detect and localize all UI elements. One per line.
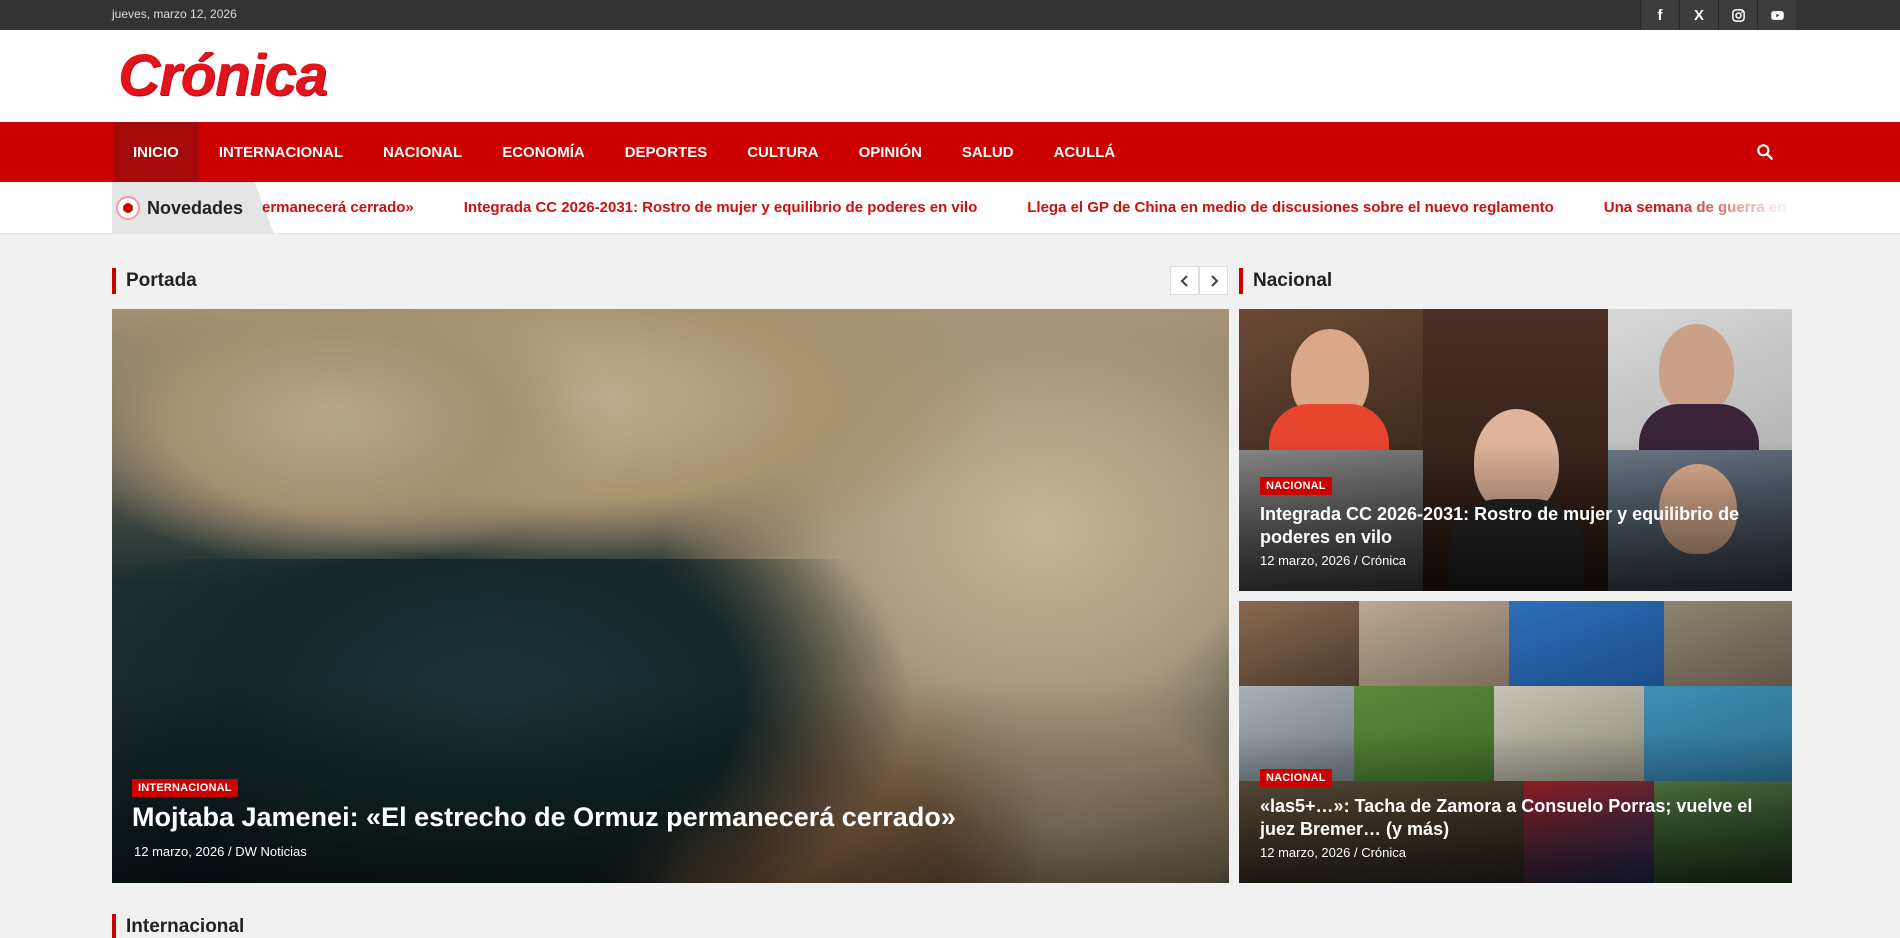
nav-item-nacional[interactable]: NACIONAL (363, 122, 482, 182)
ticker-label-text: Novedades (147, 197, 244, 218)
category-badge[interactable]: INTERNACIONAL (132, 779, 238, 797)
section-title-internacional[interactable]: Internacional (112, 914, 244, 938)
article-date: 12 marzo, 2026 (134, 844, 225, 859)
ticker-track: ermanecerá cerrado» Integrada CC 2026-20… (262, 182, 1792, 233)
section-title-nacional[interactable]: Nacional (1239, 268, 1332, 294)
live-dot-icon (116, 196, 140, 220)
article-meta: 12 marzo, 2026 / DW Noticias (134, 844, 307, 859)
article-date: 12 marzo, 2026 (1260, 845, 1351, 860)
article-author[interactable]: DW Noticias (235, 844, 307, 859)
current-date: jueves, marzo 12, 2026 (112, 7, 237, 21)
site-header: Crónica (0, 30, 1900, 122)
nav-item-aculla[interactable]: ACULLÁ (1034, 122, 1136, 182)
facebook-icon[interactable]: f (1640, 0, 1679, 30)
ticker-item[interactable]: Una semana de guerra en Irán ha costado (1604, 199, 1792, 216)
nav-item-opinion[interactable]: OPINIÓN (839, 122, 942, 182)
article-meta: 12 marzo, 2026 / Crónica (1260, 553, 1406, 568)
ticker-item[interactable]: Llega el GP de China en medio de discusi… (1027, 199, 1554, 216)
category-badge[interactable]: NACIONAL (1260, 477, 1332, 495)
card-headline[interactable]: Integrada CC 2026-2031: Rostro de mujer … (1260, 503, 1770, 549)
nav-item-economia[interactable]: ECONOMÍA (482, 122, 605, 182)
chevron-left-icon (1180, 274, 1188, 287)
top-bar: jueves, marzo 12, 2026 f X (0, 0, 1900, 30)
slider-next-button[interactable] (1199, 266, 1228, 295)
nacional-card[interactable]: NACIONAL Integrada CC 2026-2031: Rostro … (1239, 309, 1792, 591)
ticker-item[interactable]: Integrada CC 2026-2031: Rostro de mujer … (464, 199, 977, 216)
nav-item-inicio[interactable]: INICIO (113, 122, 199, 182)
section-title-portada: Portada (112, 268, 197, 294)
featured-article[interactable]: INTERNACIONAL Mojtaba Jamenei: «El estre… (112, 309, 1229, 883)
site-logo[interactable]: Crónica (118, 42, 328, 109)
chevron-right-icon (1210, 274, 1218, 287)
instagram-icon[interactable] (1718, 0, 1757, 30)
article-meta: 12 marzo, 2026 / Crónica (1260, 845, 1406, 860)
article-author[interactable]: Crónica (1361, 845, 1406, 860)
category-badge[interactable]: NACIONAL (1260, 769, 1332, 787)
nav-item-salud[interactable]: SALUD (942, 122, 1034, 182)
featured-headline[interactable]: Mojtaba Jamenei: «El estrecho de Ormuz p… (132, 802, 956, 833)
article-date: 12 marzo, 2026 (1260, 553, 1351, 568)
x-icon[interactable]: X (1679, 0, 1718, 30)
nav-item-cultura[interactable]: CULTURA (727, 122, 838, 182)
main-navigation: INICIO INTERNACIONAL NACIONAL ECONOMÍA D… (0, 122, 1900, 182)
nav-item-internacional[interactable]: INTERNACIONAL (199, 122, 363, 182)
search-icon[interactable] (1755, 142, 1775, 162)
news-ticker: Novedades ermanecerá cerrado» Integrada … (0, 182, 1900, 234)
article-author[interactable]: Crónica (1361, 553, 1406, 568)
nav-item-deportes[interactable]: DEPORTES (605, 122, 728, 182)
social-links: f X (1640, 0, 1796, 30)
youtube-icon[interactable] (1757, 0, 1796, 30)
ticker-item[interactable]: ermanecerá cerrado» (262, 199, 414, 216)
slider-controls (1170, 266, 1228, 295)
card-headline[interactable]: «las5+…»: Tacha de Zamora a Consuelo Por… (1260, 795, 1770, 841)
nacional-card[interactable]: NACIONAL «las5+…»: Tacha de Zamora a Con… (1239, 601, 1792, 883)
slider-prev-button[interactable] (1170, 266, 1199, 295)
